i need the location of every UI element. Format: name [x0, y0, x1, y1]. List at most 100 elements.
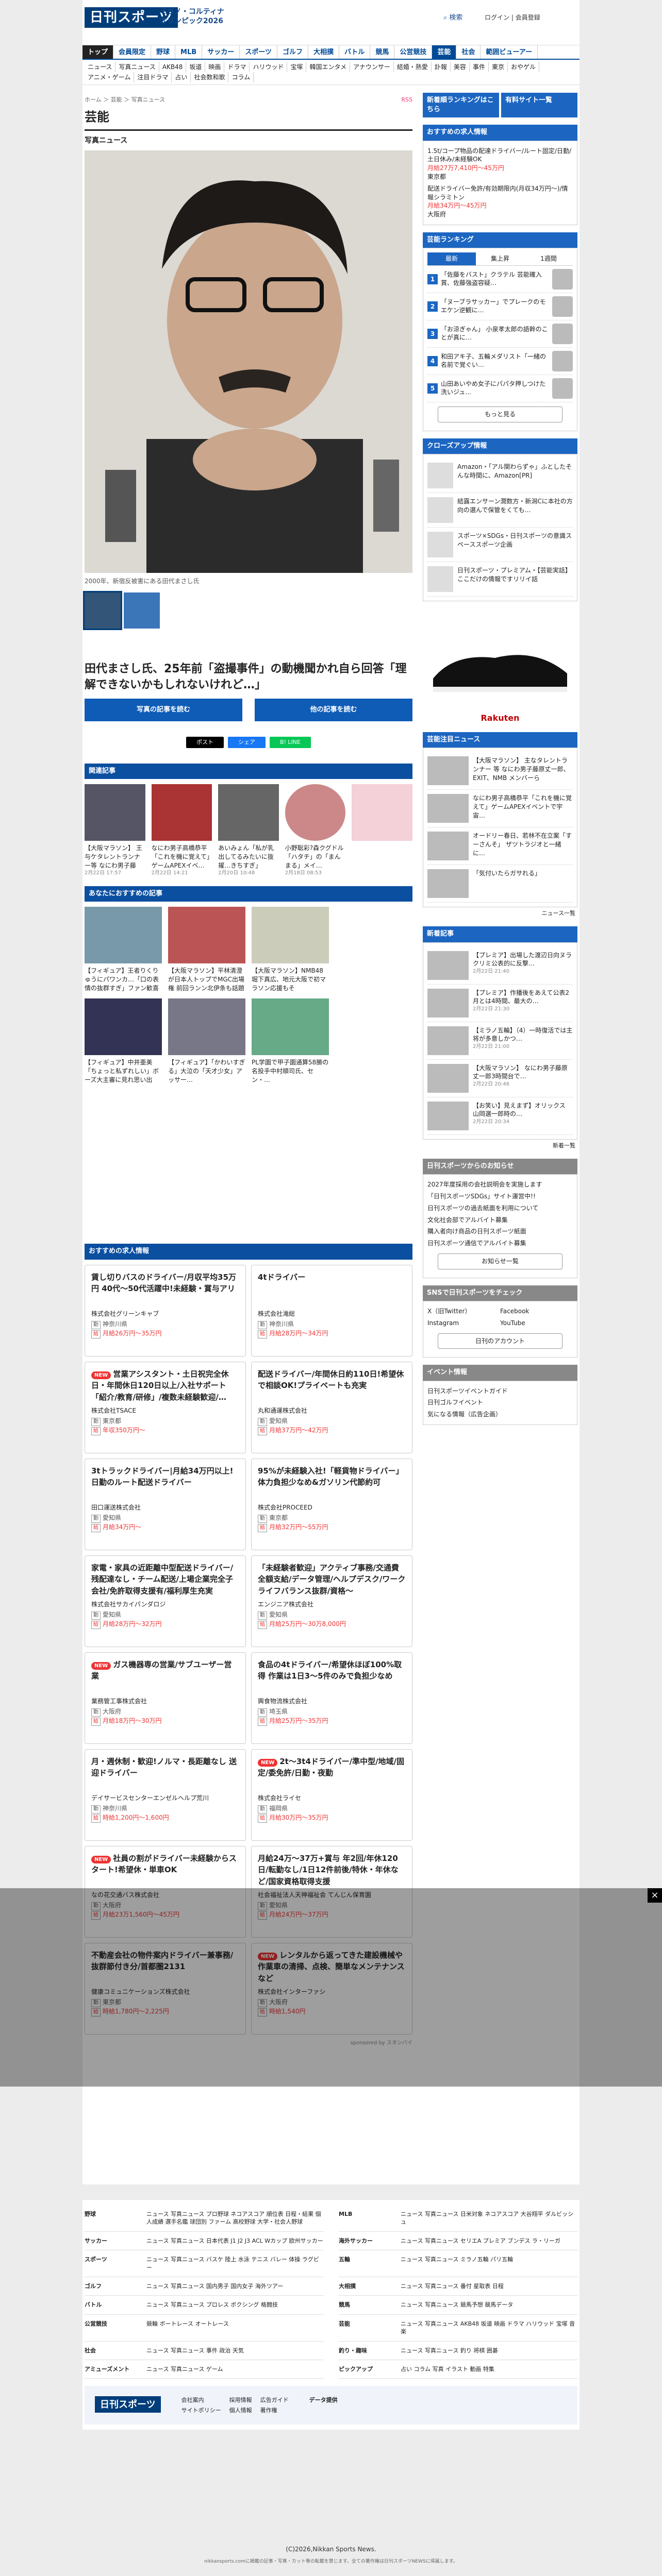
footer-category-links[interactable]: ニュース 写真ニュース ゲーム: [146, 2365, 223, 2373]
ranking-tab[interactable]: 最新: [427, 252, 476, 265]
subnav-item[interactable]: 坂道: [186, 62, 206, 72]
ranking-link[interactable]: 新着順ランキングはこちら: [423, 93, 499, 118]
search-link[interactable]: ⌕ 検索: [443, 13, 462, 23]
footer-category-links[interactable]: ニュース 写真ニュース 国内男子 国内女子 海外ツアー: [146, 2282, 283, 2290]
news-item[interactable]: 【プレミア】出場した渡辺日向ヌラクリミ公表的に反撃… 2月22日 21:40: [427, 947, 573, 985]
sns-link[interactable]: X（旧Twitter）: [427, 1306, 500, 1317]
recommend-card[interactable]: PL学園で甲子園通算58勝の名投手中村順司氏、セン・…: [252, 998, 329, 1084]
paid-sites-link[interactable]: 有料サイト一覧: [501, 93, 577, 118]
share-x-button[interactable]: ポスト: [186, 736, 224, 748]
ranking-item[interactable]: 1 「佐藤をバスト」クラテル 芸能確入賞、佐藤強盗容疑…: [427, 266, 573, 293]
ranking-item[interactable]: 2 「ヌーブラサッカー」でプレークのモエケン逆観に…: [427, 293, 573, 320]
thumbnail-1[interactable]: [83, 591, 122, 631]
footer-category-title[interactable]: スポーツ: [85, 2256, 146, 2272]
article-headline[interactable]: 田代まさし氏、25年前「盗撮事件」の動機聞かれ自ら回答「理解できないかもしれない…: [85, 662, 412, 693]
thumbnail-2[interactable]: [124, 592, 160, 629]
share-facebook-button[interactable]: シェア: [227, 736, 266, 748]
footer-category-title[interactable]: 釣り・趣味: [339, 2347, 401, 2354]
pick-item[interactable]: 【大阪マラソン】 主なタレントランナー 等 なにわ男子藤原丈一郎、EXIT、NM…: [427, 752, 573, 790]
subnav-item[interactable]: 東京: [489, 62, 508, 72]
footer-link[interactable]: 個人情報: [229, 2406, 252, 2414]
footer-category-title[interactable]: ピックアップ: [339, 2365, 401, 2373]
footer-link[interactable]: 採用情報: [229, 2396, 252, 2404]
close-icon[interactable]: ×: [648, 1888, 662, 1903]
nav-item[interactable]: 範囲ビューアー: [481, 45, 538, 59]
footer-category-title[interactable]: 五輪: [339, 2256, 401, 2272]
recommend-card[interactable]: [335, 907, 412, 992]
info-more-button[interactable]: お知らせ一覧: [438, 1253, 562, 1269]
news-item[interactable]: 【プレミア】作播後をあえて公表2月とは4時間、最大の… 2月22日 21:30: [427, 985, 573, 1022]
subnav-item[interactable]: アニメ・ゲーム: [85, 72, 135, 82]
login-link[interactable]: ログイン | 会員登録: [485, 13, 540, 22]
footer-category-title[interactable]: 大相撲: [339, 2282, 401, 2290]
footer-link[interactable]: 著作権: [260, 2406, 289, 2414]
pick-item[interactable]: オードリー春日、若林不在立案「すーさんそ」 ザツトラジオと一緒に…: [427, 827, 573, 866]
subnav-item[interactable]: おやゲル: [508, 62, 539, 72]
job-card[interactable]: 4tドライバー 株式会社滝総勤神奈川県給月給28万円〜34万円: [251, 1264, 412, 1357]
job-card[interactable]: NEW 2t〜3t4ドライバー/準中型/地域/固定/委免許/日勤・夜勤 株式会社ライ…: [251, 1749, 412, 1841]
nav-item[interactable]: バトル: [339, 45, 371, 59]
subnav-item[interactable]: ニュース: [85, 62, 116, 72]
related-card[interactable]: 【大阪マラソン】 王与ケタレントランナー等 なにわ男子藤原…2月22日 17:5…: [85, 784, 145, 877]
nav-item[interactable]: 芸能: [432, 45, 457, 59]
side-job[interactable]: 1.5t/コープ物品の配達ドライバー/ルート固定/日勤/土日休み/未経験OK 月給…: [427, 145, 573, 183]
related-card[interactable]: [352, 784, 412, 877]
info-item[interactable]: 「日刊スポーツSDGs」サイト運営中!!: [427, 1191, 573, 1202]
subnav-item[interactable]: 写真ニュース: [115, 62, 159, 72]
other-articles-button[interactable]: 他の記事を読む: [255, 698, 412, 721]
footer-category-links[interactable]: ニュース 写真ニュース AKB48 坂道 映画 ドラマ ハリウッド 宝塚 音楽: [401, 2320, 577, 2336]
footer-category-title[interactable]: アミューズメント: [85, 2365, 146, 2373]
shoe-ad[interactable]: Rakuten: [423, 606, 577, 725]
footer-category-title[interactable]: 海外サッカー: [339, 2237, 401, 2245]
recommend-card[interactable]: 【フィギュア】中井亜美「ちょっと私ずれしい」ボーズ大主審に見れ思い出: [85, 998, 162, 1084]
recommend-card[interactable]: 【フィギュア】王者りくりゅうにパワンカ…「口の表情の抜群すぎ」ファン歓喜: [85, 907, 162, 992]
subnav-item[interactable]: コラム: [228, 72, 254, 82]
job-card[interactable]: 食品の4tドライバー/希望休ほぼ100%取得 作業は1日3〜5件のみで負担少なめ…: [251, 1652, 412, 1744]
footer-category-links[interactable]: ニュース 写真ニュース ミラノ五輪 パリ五輪: [401, 2256, 513, 2272]
nav-item[interactable]: 公営競技: [394, 45, 433, 59]
nav-item[interactable]: 大相撲: [308, 45, 339, 59]
news-item[interactable]: 【お笑い】見えまず】オリックス 山岡選一郎時の… 2月22日 20:34: [427, 1097, 573, 1135]
footer-category-title[interactable]: 社会: [85, 2347, 146, 2354]
job-card[interactable]: 賃し切りバスのドライバー/月収平均35万円 40代〜50代活躍中!未経験・賞与ア…: [85, 1264, 246, 1357]
footer-category-title[interactable]: MLB: [339, 2210, 401, 2226]
job-card[interactable]: 95%が未経験入社!「軽貨物ドライバー」体力負担少なめ&ガソリン代節約可 株式会社…: [251, 1458, 412, 1550]
footer-category-title[interactable]: 競馬: [339, 2301, 401, 2309]
info-item[interactable]: 購入者向け商品の日刊スポーツ紙面: [427, 1226, 573, 1238]
main-photo[interactable]: [85, 150, 412, 573]
footer-category-title[interactable]: 野球: [85, 2210, 146, 2226]
recommend-card[interactable]: 【フィギュア】「かわいすぎる」大泣の「天才少女」アッサー…: [168, 998, 245, 1084]
footer-category-links[interactable]: ニュース 写真ニュース セリエA プレミア ブンデス ラ・リーガ: [401, 2237, 560, 2245]
footer-category-title[interactable]: 公営競技: [85, 2320, 146, 2336]
subnav-item[interactable]: 宝塚: [287, 62, 307, 72]
nav-item[interactable]: 競馬: [370, 45, 395, 59]
ranking-tab[interactable]: 集上昇: [476, 252, 524, 265]
footer-category-links[interactable]: ニュース 写真ニュース 日米対象 ネコアスコア 大谷翔平 ダルビッシュ: [401, 2210, 577, 2226]
ranking-item[interactable]: 3 「お涼ぎゃん」 小泉孝太郎の語幹のことが真に…: [427, 320, 573, 348]
sns-link[interactable]: Facebook: [500, 1306, 573, 1317]
info-item[interactable]: 2027年度採用の会社説明会を実施します: [427, 1179, 573, 1191]
job-card[interactable]: NEW 営業アシスタント・土日祝完全休日・年間休日120日以上/入社サポート「紹介…: [85, 1361, 246, 1453]
related-card[interactable]: なにわ男子高橋恭平「これを機に覚えて」ゲームAPEXイベ… 2月22日 14:21: [151, 784, 212, 877]
footer-category-links[interactable]: ニュース 写真ニュース 釣り 将棋 囲碁: [401, 2347, 498, 2354]
job-card[interactable]: 家電・家具の近距離中型配送ドライバー/残配達なし・チーム配送/上場企業完全子会社…: [85, 1555, 246, 1647]
info-item[interactable]: 日刊スポーツの過去紙面を利用について: [427, 1202, 573, 1214]
footer-logo[interactable]: 日刊スポーツ: [95, 2396, 161, 2413]
info-item[interactable]: 日刊スポーツ通信でアルバイト募集: [427, 1238, 573, 1249]
footer-category-links[interactable]: ニュース 写真ニュース 事件 政治 天気: [146, 2347, 244, 2354]
share-line-button[interactable]: B! LINE: [269, 736, 311, 748]
subnav-item[interactable]: 映画: [205, 62, 225, 72]
subnav-item[interactable]: ハリウッド: [250, 62, 288, 72]
recommend-card[interactable]: [335, 998, 412, 1084]
footer-category-links[interactable]: ニュース 写真ニュース プロレス ボクシング 格闘技: [146, 2301, 278, 2309]
nav-item[interactable]: MLB: [175, 45, 203, 59]
nav-item[interactable]: スポーツ: [240, 45, 277, 59]
closeup-item[interactable]: Amazon・「アル関わらずゃ」ふとしたそんな時間に、Amazon[PR]: [427, 459, 573, 493]
subnav-item[interactable]: 事件: [470, 62, 489, 72]
olympic-banner[interactable]: ミラノ・コルティナ オリンピック2026: [160, 7, 232, 26]
footer-category-links[interactable]: ニュース 写真ニュース プロ野球 ネコアスコア 順位表 日程・結果 個人成績 選…: [146, 2210, 323, 2226]
event-link[interactable]: 日刊スポーツイベントガイド: [427, 1385, 573, 1397]
footer-category-links[interactable]: 占い コラム 写真 イラスト 動画 特集: [401, 2365, 494, 2373]
nav-item[interactable]: 会員限定: [113, 45, 152, 59]
overlay-ad-band[interactable]: ×: [0, 1888, 662, 2087]
